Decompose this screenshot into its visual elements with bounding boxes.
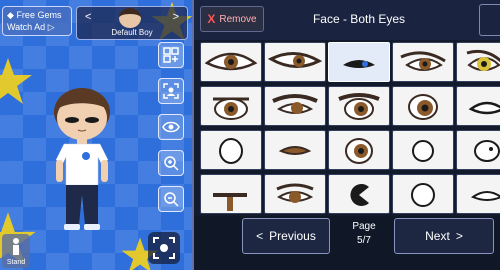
remove-button[interactable]: X Remove: [200, 6, 264, 32]
stand-button[interactable]: Stand: [2, 234, 30, 268]
watch-ad-label: Watch Ad: [7, 22, 46, 32]
character-stage[interactable]: ◆ Free Gems Watch Ad ▷ < > Default Boy S…: [0, 0, 192, 270]
eye-option[interactable]: [328, 86, 390, 126]
eye-option[interactable]: [392, 42, 454, 82]
play-icon: ▷: [47, 22, 55, 32]
eye-option-selected[interactable]: [328, 42, 390, 82]
eye-option[interactable]: [200, 86, 262, 126]
eye-option[interactable]: [456, 86, 500, 126]
eye-option[interactable]: [456, 174, 500, 214]
eye-option[interactable]: [200, 174, 262, 214]
remove-label: Remove: [219, 13, 257, 25]
page-indicator: Page 5/7: [340, 220, 388, 248]
zoom-in-icon: [164, 156, 179, 171]
next-label: Next: [425, 229, 450, 243]
free-gems-button[interactable]: ◆ Free Gems Watch Ad ▷: [2, 6, 72, 36]
eye-option[interactable]: [264, 130, 326, 170]
chevron-left-icon: <: [256, 229, 264, 243]
eye-option[interactable]: [392, 86, 454, 126]
selection-panel: X Remove Face - Both Eyes < Previous Pag…: [192, 0, 500, 270]
grid-icon: [163, 47, 179, 63]
eye-option[interactable]: [264, 174, 326, 214]
page-label: Page: [352, 221, 376, 232]
character-selector: < > Default Boy: [76, 6, 188, 40]
zoom-in-button[interactable]: [158, 150, 184, 176]
pagination-bar: < Previous Page 5/7 Next >: [194, 216, 500, 270]
eye-option[interactable]: [456, 42, 500, 82]
diamond-icon: ◆: [7, 10, 14, 20]
stand-label: Stand: [6, 259, 26, 266]
eye-option[interactable]: [264, 42, 326, 82]
previous-button[interactable]: < Previous: [242, 218, 330, 254]
camera-icon: [153, 237, 175, 259]
close-icon: X: [207, 12, 216, 26]
character-figure[interactable]: [42, 86, 122, 236]
character-name: Default Boy: [111, 28, 153, 37]
eye-icon: [162, 121, 180, 133]
eye-option[interactable]: [328, 130, 390, 170]
side-toolbar: [158, 42, 186, 222]
page-value: 5/7: [357, 235, 371, 246]
chevron-left-icon[interactable]: <: [85, 11, 91, 23]
gems-label: Free Gems: [16, 10, 62, 20]
eye-option[interactable]: [392, 130, 454, 170]
scan-button[interactable]: [158, 78, 184, 104]
grid-button[interactable]: [158, 42, 184, 68]
character-avatar: [119, 8, 141, 28]
next-button[interactable]: Next >: [394, 218, 494, 254]
eye-option[interactable]: [264, 86, 326, 126]
panel-tab-edge[interactable]: [479, 4, 500, 36]
eye-option[interactable]: [392, 174, 454, 214]
zoom-out-icon: [164, 192, 179, 207]
scan-icon: [163, 83, 179, 99]
zoom-out-button[interactable]: [158, 186, 184, 212]
panel-title: Face - Both Eyes: [312, 12, 406, 26]
panel-header: X Remove Face - Both Eyes: [194, 0, 500, 40]
eye-option[interactable]: [328, 174, 390, 214]
eye-option[interactable]: [200, 130, 262, 170]
chevron-right-icon[interactable]: >: [173, 11, 179, 23]
eye-visibility-button[interactable]: [158, 114, 184, 140]
previous-label: Previous: [269, 229, 316, 243]
stand-figure-icon: [13, 238, 19, 255]
eye-option[interactable]: [456, 130, 500, 170]
screenshot-button[interactable]: [148, 232, 180, 264]
star-decoration-icon: [0, 58, 32, 104]
chevron-right-icon: >: [455, 229, 463, 243]
eye-option[interactable]: [200, 42, 262, 82]
